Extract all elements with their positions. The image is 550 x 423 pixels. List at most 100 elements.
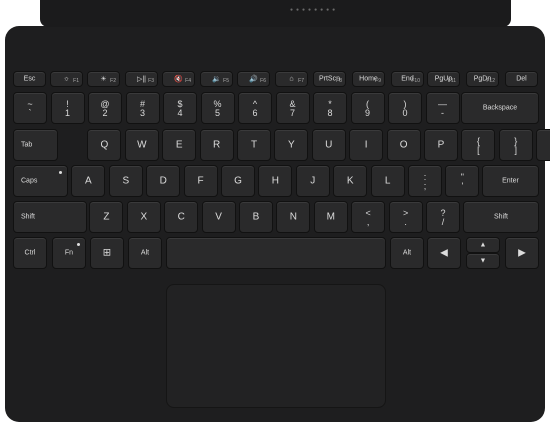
key-punct-11[interactable]: " ' bbox=[445, 165, 480, 197]
key-ctrl[interactable]: Ctrl bbox=[13, 237, 47, 269]
key-number-6[interactable]: % 5 bbox=[200, 92, 235, 124]
key-shift-right-label: Shift bbox=[493, 213, 508, 221]
key-w-label: W bbox=[137, 139, 147, 151]
key-primary-symbol: 3 bbox=[139, 108, 145, 118]
key-pgup[interactable]: PgUp F11 bbox=[427, 71, 460, 87]
key-n[interactable]: N bbox=[276, 201, 311, 233]
key-f5-fn-label: F5 bbox=[223, 78, 229, 84]
key-c-label: C bbox=[177, 211, 185, 223]
key-f5[interactable]: 🔉 F5 bbox=[200, 71, 233, 87]
key-shift-left[interactable]: Shift bbox=[13, 201, 87, 233]
key-q[interactable]: Q bbox=[87, 129, 122, 161]
key-backspace-label: Backspace bbox=[482, 104, 518, 112]
key-u-label: U bbox=[325, 139, 333, 151]
key-right[interactable]: ▶ bbox=[505, 237, 539, 269]
key-pgdn[interactable]: PgDn F12 bbox=[466, 71, 499, 87]
key-f1[interactable]: ☼ F1 bbox=[50, 71, 83, 87]
key-r[interactable]: R bbox=[199, 129, 234, 161]
key-alt-left[interactable]: Alt bbox=[128, 237, 162, 269]
key-j[interactable]: J bbox=[295, 165, 330, 197]
key-backspace[interactable]: Backspace bbox=[461, 92, 539, 124]
caps-lock-indicator bbox=[59, 171, 62, 174]
key-c[interactable]: C bbox=[164, 201, 199, 233]
key-f4[interactable]: 🔇 F4 bbox=[162, 71, 195, 87]
key-s[interactable]: S bbox=[108, 165, 143, 197]
key-f7[interactable]: ⌂ F7 bbox=[275, 71, 308, 87]
key-i[interactable]: I bbox=[349, 129, 384, 161]
key-left[interactable]: ◀ bbox=[427, 237, 461, 269]
key-primary-symbol: 9 bbox=[364, 108, 370, 118]
key-primary-symbol: 1 bbox=[64, 108, 70, 118]
key-t[interactable]: T bbox=[237, 129, 271, 161]
key-number-4[interactable]: #3 bbox=[125, 92, 160, 124]
key-d[interactable]: D bbox=[146, 165, 181, 197]
key-end[interactable]: End F10 bbox=[391, 71, 424, 87]
key-u[interactable]: U bbox=[311, 129, 346, 161]
key-shift-right[interactable]: Shift bbox=[463, 201, 539, 233]
key-tab[interactable]: Tab bbox=[13, 129, 58, 161]
key-x-label: X bbox=[140, 211, 148, 223]
key-primary-symbol: ' bbox=[461, 181, 464, 191]
key-caps-lock[interactable]: Caps bbox=[13, 165, 68, 197]
key-down[interactable]: ▼ bbox=[466, 253, 500, 269]
key-h-label: H bbox=[271, 175, 279, 187]
key-esc[interactable]: Esc bbox=[13, 71, 46, 87]
key-punct-s10[interactable]: ? / bbox=[426, 201, 460, 233]
key-e[interactable]: E bbox=[162, 129, 197, 161]
key-punct-s9[interactable]: >. bbox=[388, 201, 423, 233]
key-number-5[interactable]: $4 bbox=[163, 92, 197, 124]
trackpad[interactable] bbox=[166, 284, 386, 408]
key-del[interactable]: Del bbox=[505, 71, 538, 87]
key-number-3[interactable]: @2 bbox=[88, 92, 122, 124]
key-f4-fn-label: F4 bbox=[185, 78, 191, 84]
key-bracket-13[interactable]: |\ bbox=[536, 129, 550, 161]
key-number-11[interactable]: ) 0 bbox=[388, 92, 422, 124]
key-f6-fn-label: F6 bbox=[260, 78, 266, 84]
key-f6[interactable]: 🔊 F6 bbox=[237, 71, 270, 87]
key-primary-symbol: ` bbox=[28, 108, 32, 118]
key-b[interactable]: B bbox=[239, 201, 273, 233]
key-bracket-12[interactable]: }] bbox=[498, 129, 533, 161]
key-v[interactable]: V bbox=[201, 201, 236, 233]
key-y-label: Y bbox=[288, 139, 295, 151]
key-p[interactable]: P bbox=[424, 129, 458, 161]
key-number-10[interactable]: (9 bbox=[350, 92, 385, 124]
key-number-7[interactable]: ^ 6 bbox=[238, 92, 272, 124]
key-k[interactable]: K bbox=[333, 165, 368, 197]
key-number-8[interactable]: & 7 bbox=[275, 92, 310, 124]
key-f[interactable]: F bbox=[183, 165, 218, 197]
key-number-1[interactable]: ~ ` bbox=[13, 92, 47, 124]
key-l[interactable]: L bbox=[370, 165, 405, 197]
key-a[interactable]: A bbox=[71, 165, 106, 197]
key-z[interactable]: Z bbox=[89, 201, 124, 233]
key-number-12[interactable]: — - bbox=[425, 92, 460, 124]
key-m[interactable]: M bbox=[313, 201, 348, 233]
key-w[interactable]: W bbox=[124, 129, 159, 161]
key-number-2[interactable]: ! 1 bbox=[50, 92, 85, 124]
key-g[interactable]: G bbox=[221, 165, 255, 197]
key-z-label: Z bbox=[103, 211, 110, 223]
key-home[interactable]: Home F9 bbox=[352, 71, 385, 87]
key-primary-symbol: - bbox=[441, 108, 444, 118]
key-y[interactable]: Y bbox=[274, 129, 309, 161]
key-x[interactable]: X bbox=[126, 201, 161, 233]
key-caps-label: Caps bbox=[21, 177, 38, 185]
key-punct-10[interactable]: :; bbox=[408, 165, 442, 197]
key-h[interactable]: H bbox=[258, 165, 293, 197]
key-alt-right-label: Alt bbox=[402, 249, 412, 257]
key-up[interactable]: ▲ bbox=[466, 237, 500, 253]
key-space[interactable] bbox=[166, 237, 386, 269]
key-prtscn[interactable]: PrtScn F8 bbox=[313, 71, 346, 87]
key-primary-symbol: 2 bbox=[102, 108, 108, 118]
key-fn[interactable]: Fn bbox=[52, 237, 86, 269]
key-number-9[interactable]: * 8 bbox=[313, 92, 347, 124]
key-win[interactable]: ⊞ bbox=[90, 237, 124, 269]
key-q-label: Q bbox=[100, 139, 109, 151]
key-f3[interactable]: ▷|| F3 bbox=[125, 71, 158, 87]
key-enter[interactable]: Enter bbox=[482, 165, 539, 197]
key-punct-s8[interactable]: <, bbox=[351, 201, 386, 233]
key-bracket-11[interactable]: {[ bbox=[461, 129, 496, 161]
key-alt-right[interactable]: Alt bbox=[390, 237, 424, 269]
key-o[interactable]: O bbox=[386, 129, 421, 161]
key-f2[interactable]: ☀ F2 bbox=[87, 71, 120, 87]
